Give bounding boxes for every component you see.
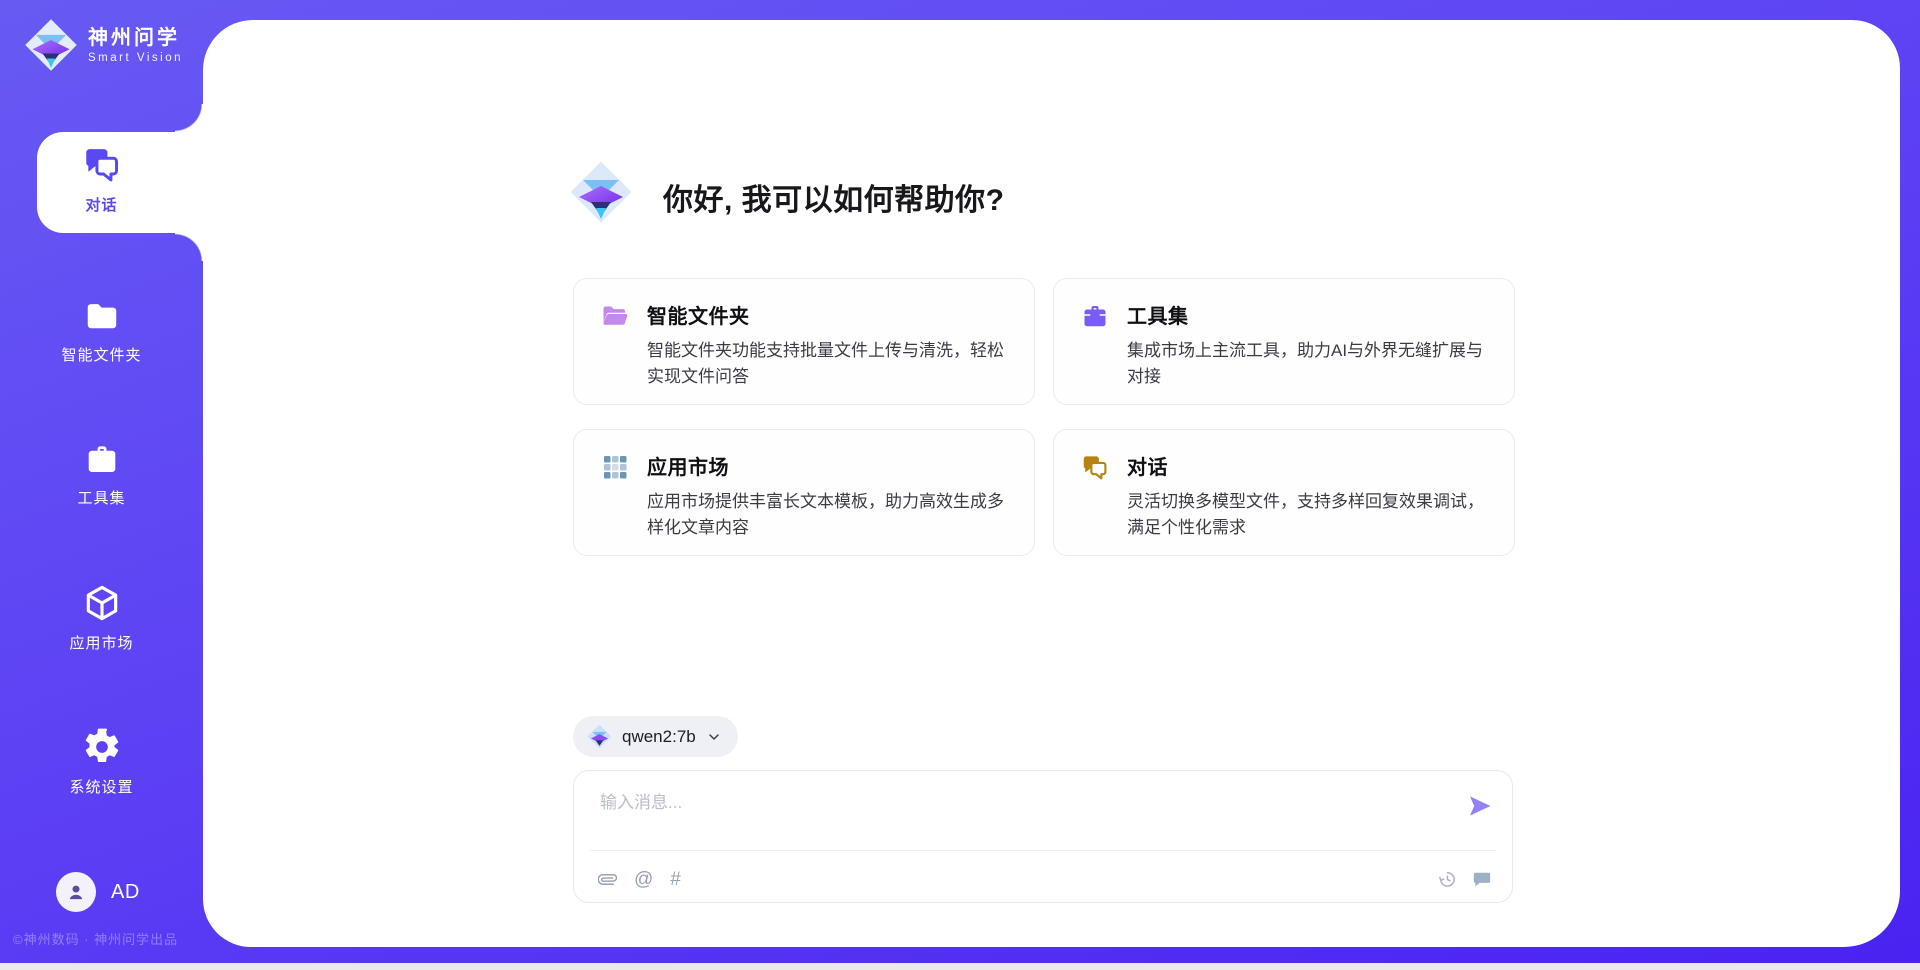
user-menu[interactable]: AD [56,872,140,912]
message-composer: @ # [573,770,1513,903]
sidebar-item-label: 系统设置 [69,776,133,797]
toolbox-icon [83,440,121,478]
history-button[interactable] [1437,869,1457,889]
sidebar-item-toolset[interactable]: 工具集 [0,440,203,508]
send-button[interactable] [1464,791,1496,823]
user-initials: AD [111,881,140,904]
main-panel: 你好, 我可以如何帮助你? 智能文件夹 智能文件夹功能支持批量文件上传与清洗，轻… [203,20,1900,947]
attach-icon [598,870,617,889]
feature-cards: 智能文件夹 智能文件夹功能支持批量文件上传与清洗，轻松实现文件问答 工具集 集成… [573,278,1515,556]
app-window: 神州问学 Smart Vision 对话 智能文件夹 工具集 [0,0,1920,970]
card-title: 应用市场 [647,451,1012,480]
chat-style-button[interactable] [1472,869,1492,889]
folder-icon [83,297,121,335]
greeting-title: 你好, 我可以如何帮助你? [663,175,1005,219]
card-title: 工具集 [1127,300,1492,329]
active-tab-fillet-top [175,104,203,132]
toolbox-icon [1080,301,1110,331]
model-selector[interactable]: qwen2:7b [573,716,738,757]
welcome-header: 你好, 我可以如何帮助你? [569,160,1005,224]
chat-bubbles-icon [81,143,123,185]
attach-button[interactable] [598,870,617,889]
card-app-market[interactable]: 应用市场 应用市场提供丰富长文本模板，助力高效生成多样化文章内容 [573,429,1035,556]
send-icon [1466,792,1494,820]
mention-icon: @ [634,870,653,889]
model-logo-icon [587,724,612,749]
composer-tools-left: @ # [598,870,681,889]
copyright-text: ©神州数码 · 神州问学出品 [13,929,178,948]
sidebar-item-label: 智能文件夹 [61,344,141,365]
message-input[interactable] [598,786,1452,846]
person-icon [65,881,87,903]
sidebar-item-app-market[interactable]: 应用市场 [0,583,203,653]
hash-button[interactable]: # [670,870,681,889]
avatar [56,872,96,912]
active-tab-fillet-bottom [175,233,203,261]
assistant-logo-icon [569,160,633,224]
chat-style-icon [1472,869,1492,889]
cube-icon [82,583,122,623]
card-title: 对话 [1127,451,1492,480]
composer-tools-right [1437,869,1492,889]
brand-name: 神州问学 [88,27,183,49]
apps-grid-icon [600,452,630,482]
window-bottom-edge [0,963,1920,970]
composer-divider [590,850,1496,851]
sidebar-item-chat[interactable]: 对话 [0,143,203,215]
card-smart-folder[interactable]: 智能文件夹 智能文件夹功能支持批量文件上传与清洗，轻松实现文件问答 [573,278,1035,405]
sidebar-item-settings[interactable]: 系统设置 [0,727,203,797]
sidebar-item-label: 对话 [85,194,117,215]
card-description: 应用市场提供丰富长文本模板，助力高效生成多样化文章内容 [647,489,1012,542]
card-chat[interactable]: 对话 灵活切换多模型文件，支持多样回复效果调试，满足个性化需求 [1053,429,1515,556]
chevron-down-icon [706,729,722,745]
brand-subtitle: Smart Vision [88,52,183,64]
mention-button[interactable]: @ [634,870,653,889]
card-toolset[interactable]: 工具集 集成市场上主流工具，助力AI与外界无缝扩展与对接 [1053,278,1515,405]
model-name: qwen2:7b [622,727,696,747]
history-icon [1437,869,1457,889]
sidebar-item-label: 工具集 [77,487,125,508]
chat-bubbles-icon [1080,452,1110,482]
folder-open-icon [600,301,630,331]
card-description: 智能文件夹功能支持批量文件上传与清洗，轻松实现文件问答 [647,338,1012,391]
sidebar-item-smart-folder[interactable]: 智能文件夹 [0,297,203,365]
card-description: 灵活切换多模型文件，支持多样回复效果调试，满足个性化需求 [1127,489,1492,542]
card-description: 集成市场上主流工具，助力AI与外界无缝扩展与对接 [1127,338,1492,391]
gear-icon [82,727,122,767]
brand: 神州问学 Smart Vision [24,18,183,72]
brand-logo-icon [24,18,78,72]
card-title: 智能文件夹 [647,300,1012,329]
hash-icon: # [670,870,681,889]
sidebar-item-label: 应用市场 [69,632,133,653]
